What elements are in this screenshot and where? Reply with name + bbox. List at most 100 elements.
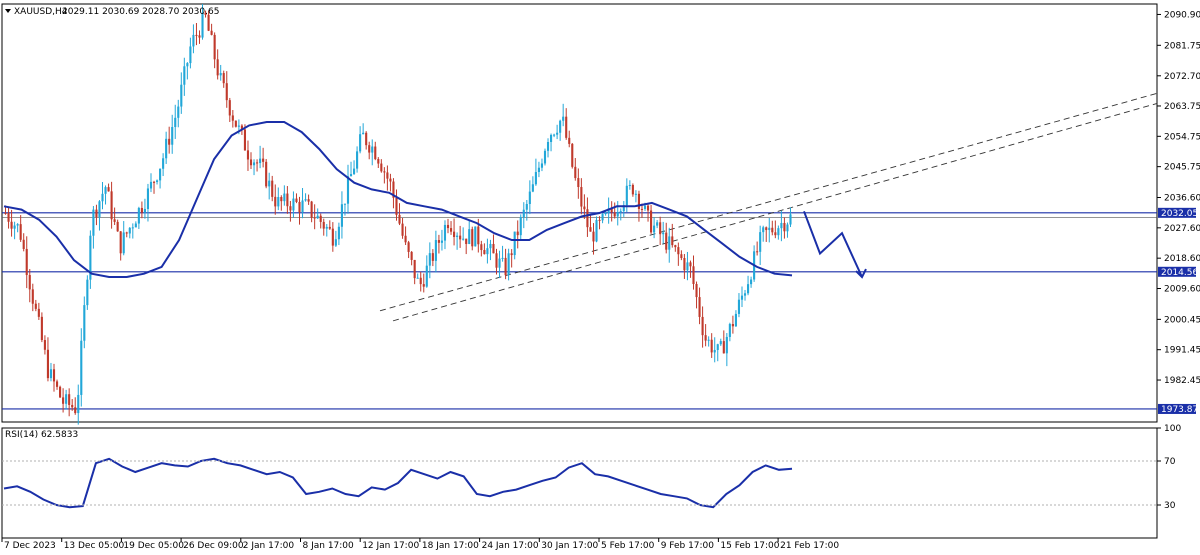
candle-body: [28, 275, 31, 290]
candle-body: [356, 151, 359, 169]
candle-body: [759, 232, 762, 252]
candle-body: [92, 209, 95, 236]
candle-body: [401, 223, 404, 236]
candle-body: [562, 116, 565, 121]
rsi-header: RSI(14) 62.5833: [5, 430, 78, 440]
projection-path: [803, 210, 867, 279]
candle-body: [486, 248, 489, 255]
candle-body: [37, 308, 40, 317]
candle-body: [243, 129, 247, 151]
candle-body: [574, 166, 577, 179]
candle-body: [268, 180, 271, 187]
candle-body: [328, 226, 331, 229]
candle-body: [289, 206, 292, 211]
candle-body: [131, 227, 134, 229]
time-tick-label: 15 Feb 17:00: [720, 541, 779, 551]
candle-body: [331, 228, 334, 246]
candle-body: [274, 196, 277, 207]
candle-body: [177, 106, 180, 118]
candle-body: [343, 203, 347, 205]
candle-body: [492, 243, 495, 254]
candle-body: [789, 214, 792, 225]
candle-body: [743, 293, 747, 296]
candle-body: [198, 35, 201, 38]
candle-body: [650, 210, 653, 233]
price-tick-label: 2045.75: [1164, 163, 1200, 173]
candle-body: [449, 228, 453, 232]
candle-body: [68, 394, 71, 405]
candle-body: [689, 262, 692, 267]
candle-body: [301, 200, 304, 213]
candle-body: [307, 199, 310, 202]
candle-body: [101, 193, 104, 202]
candle-body: [340, 204, 343, 227]
panel-frames: [1, 3, 1158, 539]
candle-body: [489, 243, 492, 249]
candle-body: [456, 235, 459, 238]
candle-body: [765, 227, 768, 231]
candle-body: [592, 231, 595, 242]
candle-body: [310, 201, 313, 218]
time-tick-label: 2 Jan 17:00: [243, 541, 295, 551]
trend-channel: [379, 92, 1158, 322]
dropdown-triangle-icon[interactable]: [5, 9, 11, 13]
candle-body: [171, 127, 174, 145]
candle-body: [586, 209, 589, 228]
price-tick-label: 2009.60: [1164, 285, 1200, 295]
candle-body: [13, 225, 16, 229]
moving-average: [3, 121, 793, 278]
candle-body: [222, 73, 225, 84]
candle-body: [368, 145, 371, 153]
candle-body: [249, 159, 253, 166]
price-tick-label: 2063.75: [1164, 102, 1200, 112]
candle-body: [74, 407, 77, 414]
candle-body: [528, 191, 531, 204]
candle-body: [734, 313, 737, 327]
candle-body: [207, 14, 210, 31]
candle-body: [152, 181, 156, 183]
candle-body: [256, 162, 259, 164]
candle-body: [246, 150, 250, 160]
candle-body: [62, 397, 65, 404]
candle-body: [613, 212, 616, 217]
candle-body: [228, 100, 231, 116]
price-tick-label: 1982.45: [1164, 376, 1200, 386]
candle-body: [359, 134, 362, 152]
ohlc-readout: 2029.11 2030.69 2028.70 2030.65: [62, 7, 219, 17]
candle-body: [568, 137, 571, 144]
candle-body: [283, 193, 286, 202]
candle-body: [22, 239, 25, 249]
time-tick-label: 24 Jan 17:00: [482, 541, 539, 551]
projection-line: [803, 210, 863, 278]
candle-body: [495, 253, 498, 268]
candle-body: [122, 232, 125, 254]
candle-body: [10, 221, 13, 229]
candle-body: [616, 212, 619, 217]
price-tick-label: 2027.60: [1164, 224, 1200, 234]
candle-body: [665, 232, 668, 250]
candle-body: [155, 180, 159, 182]
candle-body: [31, 289, 34, 304]
candle-body: [768, 227, 771, 231]
candle-body: [468, 229, 471, 245]
candle-body: [149, 181, 153, 189]
candle-body: [628, 184, 631, 186]
time-tick-label: 26 Dec 09:00: [183, 541, 244, 551]
time-tick-label: 30 Jan 17:00: [541, 541, 598, 551]
candle-body: [180, 84, 183, 107]
candle-body: [737, 299, 741, 314]
rsi-tick-label: 70: [1164, 457, 1176, 467]
price-tick-label: 2000.45: [1164, 315, 1200, 325]
candle-body: [116, 221, 119, 232]
time-tick-label: 21 Feb 17:00: [780, 541, 839, 551]
candle-body: [143, 208, 146, 213]
candle-body: [465, 238, 468, 245]
price-tick-label: 2018.60: [1164, 254, 1200, 264]
candle-body: [698, 297, 701, 317]
candle-body: [453, 231, 456, 238]
candle-body: [213, 34, 216, 60]
candle-body: [710, 339, 713, 353]
candle-body: [653, 225, 656, 233]
candle-body: [271, 180, 274, 197]
candle-body: [119, 231, 122, 254]
